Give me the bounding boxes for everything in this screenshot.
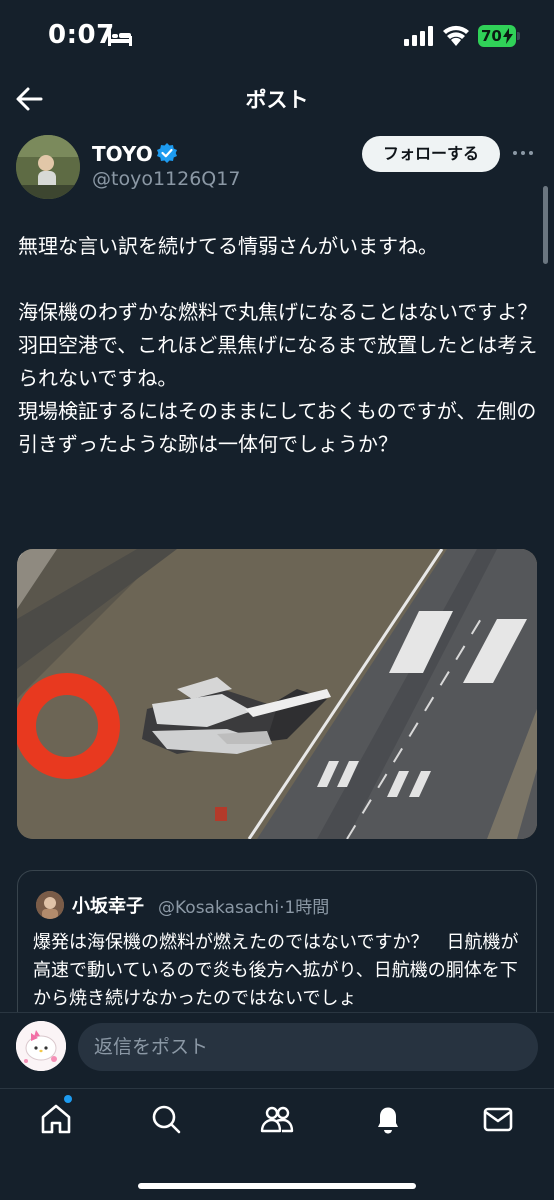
home-notification-dot [64, 1095, 72, 1103]
home-indicator[interactable] [138, 1183, 416, 1189]
author-handle[interactable]: @toyo1126Q17 [92, 168, 240, 190]
author-avatar[interactable] [16, 135, 80, 199]
status-time: 0:07 [48, 20, 115, 50]
page-title: ポスト [245, 88, 309, 112]
search-icon[interactable] [148, 1101, 184, 1137]
sleep-focus-icon [108, 30, 132, 46]
home-icon[interactable] [38, 1101, 74, 1137]
post-text: 無理な言い訳を続けてる情弱さんがいますね。 海保機のわずかな燃料で丸焦げになるこ… [18, 234, 538, 456]
cellular-signal-icon [404, 26, 433, 46]
notifications-icon[interactable] [370, 1101, 406, 1137]
user-avatar [16, 1021, 66, 1071]
messages-icon[interactable] [480, 1101, 516, 1137]
more-options-icon[interactable] [512, 142, 534, 164]
nav-header: ポスト [0, 72, 554, 128]
scrollbar[interactable] [543, 186, 548, 264]
post-author: TOYO @toyo1126Q17 フォローする [0, 128, 554, 208]
verified-badge-icon [157, 143, 177, 163]
quoted-author-avatar [36, 891, 64, 919]
post-image[interactable] [17, 549, 537, 839]
quoted-post-time: 1時間 [284, 898, 330, 918]
author-name[interactable]: TOYO [92, 142, 153, 166]
quoted-post-text: 爆発は海保機の燃料が燃えたのではないですか？ 日航機が高速で動いているので炎も後… [33, 932, 519, 1009]
battery-indicator: 70 [478, 25, 516, 47]
bottom-tab-bar [0, 1088, 554, 1200]
reply-input[interactable]: 返信をポスト [78, 1023, 538, 1071]
reply-composer: 返信をポスト [0, 1012, 554, 1088]
charging-bolt-icon [503, 28, 513, 44]
wifi-icon [443, 25, 469, 46]
quoted-author-meta: @Kosakasachi·1時間 [158, 898, 330, 918]
quoted-author-name: 小坂幸子 [72, 896, 144, 917]
quoted-author-handle: @Kosakasachi [158, 898, 280, 918]
follow-button[interactable]: フォローする [362, 136, 500, 172]
battery-level: 70 [481, 27, 502, 45]
battery-cap [517, 32, 520, 40]
communities-icon[interactable] [259, 1101, 295, 1137]
status-bar: 0:07 70 [0, 0, 554, 72]
